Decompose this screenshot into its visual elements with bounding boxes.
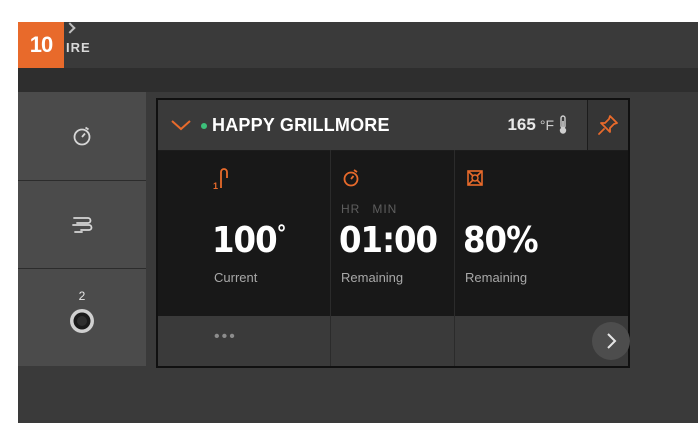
timer-panel[interactable]: HR MIN 01:00 Remaining: [330, 150, 455, 316]
chevron-down-icon[interactable]: [170, 118, 192, 132]
ambient-temp-value: 165: [507, 115, 536, 134]
probe-jack-icon: [70, 309, 94, 333]
timer-units: HR MIN: [341, 202, 409, 216]
card-footer: •••: [158, 316, 630, 366]
timer-icon: [343, 169, 359, 187]
timer-icon: [73, 126, 91, 146]
pellet-level-label: Remaining: [465, 270, 528, 285]
next-button[interactable]: [592, 322, 630, 360]
sidebar: 2: [18, 92, 146, 366]
grill-card[interactable]: HAPPY GRILLMORE 165 °F 1 100° Current HR…: [156, 98, 630, 368]
pin-icon: [598, 115, 618, 135]
probe-temp-value: 100°: [212, 220, 287, 261]
device-name: HAPPY GRILLMORE: [212, 115, 390, 135]
timer-value: 01:00: [339, 220, 438, 261]
probe-temp-label: Current: [214, 270, 258, 285]
timer-unit-hr: HR: [341, 202, 361, 216]
pellet-icon: [467, 170, 483, 186]
thermometer-icon: [559, 115, 567, 134]
pin-button[interactable]: [587, 100, 628, 150]
ambient-temp-unit: °F: [539, 117, 554, 133]
card-header: HAPPY GRILLMORE 165 °F: [158, 100, 628, 151]
probe-temp-unit: °: [276, 222, 287, 247]
more-options-button[interactable]: •••: [214, 328, 237, 346]
top-bar: [18, 68, 698, 92]
footer-divider: [454, 316, 455, 366]
sidebar-item-smoke[interactable]: [18, 180, 146, 269]
ambient-temperature: 165 °F: [507, 115, 568, 135]
probe-number: 2: [78, 289, 86, 303]
probe-temperature-panel[interactable]: 1 100° Current: [158, 150, 330, 316]
connection-status-dot: [201, 123, 207, 129]
step-badge: 10: [18, 22, 64, 68]
brand-mark-icon: [64, 22, 76, 34]
sidebar-item-timer[interactable]: [18, 92, 146, 181]
chevron-right-icon: [607, 333, 617, 349]
sidebar-item-probe-2[interactable]: 2: [18, 268, 146, 356]
svg-text:1: 1: [213, 181, 218, 190]
pellet-level-panel[interactable]: 80% Remaining: [454, 150, 629, 316]
probe-temp-number: 100: [212, 220, 278, 261]
probe-icon: 1: [213, 168, 228, 190]
pellet-level-value: 80%: [463, 220, 539, 261]
smoke-icon: [72, 217, 93, 233]
app-screen: 10 IRE 2 HAPPY GRILLMORE 165 °F 1 100° C…: [18, 22, 698, 423]
footer-divider: [330, 316, 331, 366]
timer-unit-min: MIN: [372, 202, 398, 216]
timer-label: Remaining: [341, 270, 404, 285]
brand-logo-text: IRE: [66, 40, 91, 55]
